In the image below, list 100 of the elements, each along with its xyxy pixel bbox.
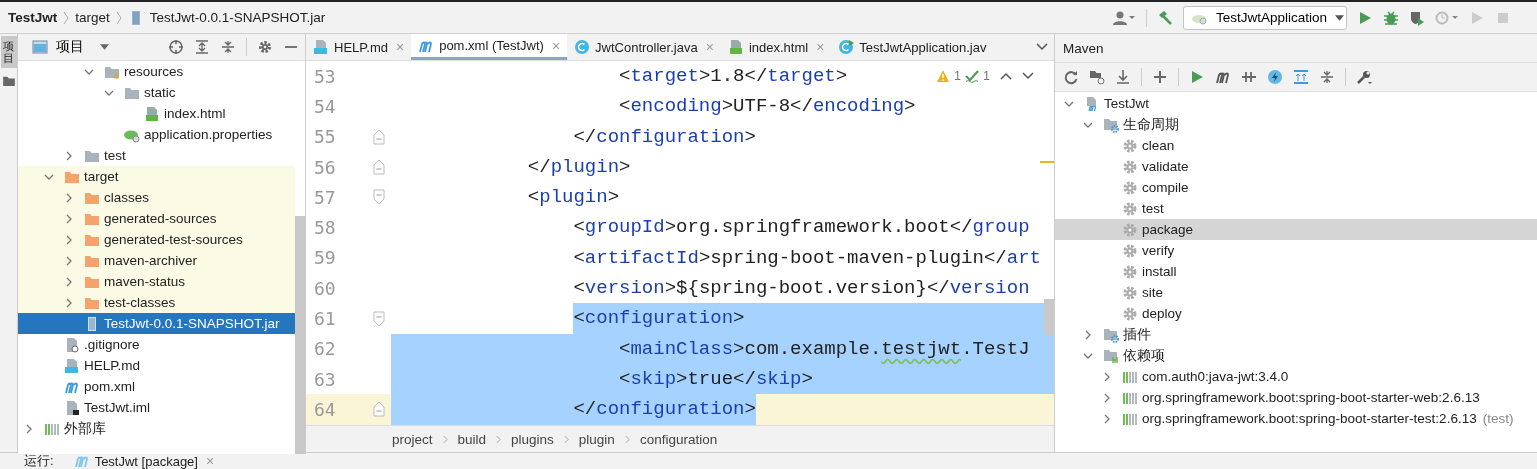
tree-item[interactable]: org.springframework.boot:spring-boot-starter-web:2.6.13 (1055, 387, 1537, 408)
editor-tab[interactable]: pom.xml (TestJwt) × (411, 34, 568, 60)
chevron-icon[interactable] (24, 423, 34, 434)
tree-item[interactable]: package (1055, 219, 1537, 240)
breadcrumb-item[interactable]: target (75, 10, 110, 25)
tree-item[interactable]: test (1055, 198, 1537, 219)
breadcrumb-item[interactable]: build (457, 432, 487, 448)
run-tab[interactable]: TestJwt [package] × (73, 453, 215, 469)
tree-item[interactable]: .gitignore (18, 334, 295, 355)
tree-item[interactable]: verify (1055, 240, 1537, 261)
tree-item[interactable]: 插件 (1055, 324, 1537, 345)
fold-marker-icon[interactable] (372, 128, 385, 145)
run-icon[interactable] (1357, 9, 1373, 26)
tree-item[interactable]: static (18, 82, 295, 103)
view-dropdown[interactable]: 项目 (32, 38, 109, 56)
breadcrumb-item[interactable]: configuration (639, 432, 718, 448)
chevron-icon[interactable] (64, 192, 74, 203)
bug-icon[interactable] (1383, 9, 1399, 26)
markdown-file-icon (64, 357, 80, 374)
tree-item[interactable]: TestJwt.iml (18, 397, 295, 418)
chevron-icon[interactable] (64, 213, 74, 224)
add-icon[interactable] (1152, 69, 1168, 85)
tree-item[interactable]: target (18, 166, 295, 187)
chevron-up-icon[interactable] (1000, 72, 1012, 80)
editor-tab[interactable]: index.html × (720, 34, 832, 60)
gear-icon (1122, 179, 1138, 196)
tree-item[interactable]: application.properties (18, 124, 295, 145)
hammer-icon[interactable] (1157, 9, 1173, 26)
toggle-offline-icon[interactable] (1241, 69, 1257, 85)
code-line: </configuration> (391, 394, 756, 425)
tree-item[interactable]: TestJwt (1055, 93, 1537, 114)
breadcrumb-item[interactable]: plugin (578, 432, 615, 448)
shield-icon[interactable] (1409, 9, 1425, 26)
fold-marker-icon[interactable] (372, 159, 385, 176)
tree-item[interactable]: maven-archiver (18, 250, 295, 271)
tree-item[interactable]: 生命周期 (1055, 114, 1537, 135)
line-number: 55 (313, 125, 337, 150)
chevron-icon (442, 435, 448, 445)
chevron-icon[interactable] (1102, 371, 1112, 382)
expand-all-icon[interactable] (194, 39, 210, 55)
download-icon[interactable] (1115, 69, 1131, 85)
folder-refresh-icon[interactable] (1089, 69, 1105, 85)
tree-item[interactable]: classes (18, 187, 295, 208)
chevron-icon[interactable] (64, 150, 74, 161)
tree-item[interactable]: org.springframework.boot:spring-boot-starter-test:2.6.13 (test) (1055, 408, 1537, 429)
tree-item[interactable]: resources (18, 61, 295, 82)
tree-item[interactable]: generated-test-sources (18, 229, 295, 250)
tree-item[interactable]: pom.xml (18, 376, 295, 397)
run-icon[interactable] (1189, 69, 1205, 85)
tree-item[interactable]: HELP.md (18, 355, 295, 376)
tree-item[interactable]: test-classes (18, 292, 295, 313)
tree-item[interactable]: site (1055, 282, 1537, 303)
fold-marker-icon[interactable] (372, 310, 385, 327)
breadcrumb-item[interactable]: TestJwt-0.0.1-SNAPSHOT.jar (149, 10, 326, 25)
collapse-all-icon[interactable] (220, 39, 236, 55)
line-number: 57 (313, 185, 337, 210)
line-number: 62 (313, 337, 337, 362)
chevron-icon[interactable] (1083, 329, 1093, 340)
tree-item[interactable]: com.auth0:java-jwt:3.4.0 (1055, 366, 1537, 387)
lightning-icon[interactable] (1267, 69, 1283, 85)
chevron-icon[interactable] (64, 234, 74, 245)
chevron-icon[interactable] (64, 255, 74, 266)
settings-icon[interactable] (257, 39, 273, 55)
tree-item[interactable]: install (1055, 261, 1537, 282)
tree-item[interactable]: 依赖项 (1055, 345, 1537, 366)
user-icon[interactable] (1112, 9, 1136, 26)
editor-tab[interactable]: HELP.md × (306, 34, 412, 60)
chevron-icon[interactable] (1102, 392, 1112, 403)
wrench-icon[interactable] (1356, 69, 1372, 85)
editor-tab[interactable]: TestJwtApplication.jav (831, 34, 994, 60)
chevron-down-icon[interactable] (1022, 72, 1034, 80)
expand-all-icon[interactable] (1293, 69, 1309, 85)
breadcrumb-item[interactable]: TestJwt (8, 10, 58, 25)
tree-item[interactable]: index.html (18, 103, 295, 124)
fold-marker-icon[interactable] (372, 189, 385, 206)
tree-item[interactable]: TestJwt-0.0.1-SNAPSHOT.jar (18, 313, 295, 334)
locate-icon[interactable] (168, 39, 184, 55)
chevron-icon (115, 10, 122, 25)
tree-item[interactable]: clean (1055, 135, 1537, 156)
tree-item[interactable]: generated-sources (18, 208, 295, 229)
tree-item[interactable]: maven-status (18, 271, 295, 292)
tree-item[interactable]: test (18, 145, 295, 166)
refresh-icon[interactable] (1063, 69, 1079, 85)
scrollbar[interactable] (295, 216, 305, 454)
collapse-all-icon[interactable] (1319, 69, 1335, 85)
tree-item[interactable]: compile (1055, 177, 1537, 198)
run-configuration-dropdown[interactable]: TestJwtApplication (1183, 5, 1347, 30)
tree-item[interactable]: deploy (1055, 303, 1537, 324)
tree-item[interactable]: 外部库 (18, 418, 295, 439)
tool-window-tab[interactable]: 项目 (0, 36, 17, 69)
chevron-icon[interactable] (64, 276, 74, 287)
scrollbar[interactable] (1044, 299, 1054, 335)
tree-item[interactable]: validate (1055, 156, 1537, 177)
html-file-icon (727, 39, 744, 55)
chevron-icon[interactable] (1102, 413, 1112, 424)
editor-tab[interactable]: JwtController.java × (567, 34, 721, 60)
breadcrumb-item[interactable]: plugins (511, 432, 554, 448)
chevron-icon[interactable] (64, 297, 74, 308)
breadcrumb-item[interactable]: project (392, 432, 433, 448)
fold-marker-icon[interactable] (372, 401, 385, 418)
